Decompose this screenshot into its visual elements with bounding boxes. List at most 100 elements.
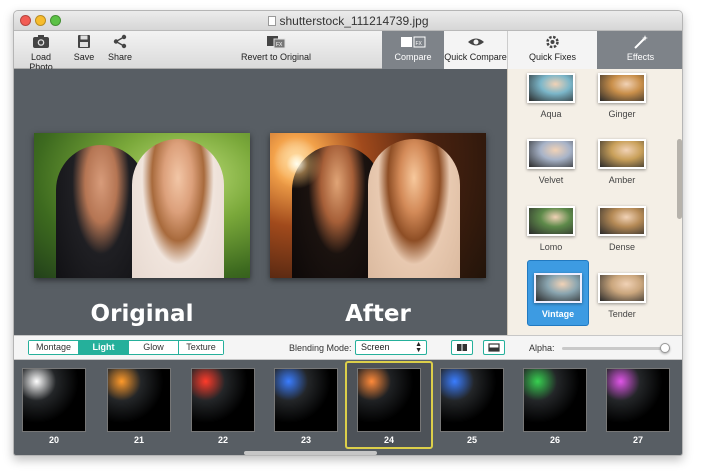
tab-glow[interactable]: Glow (129, 341, 179, 354)
light-effect-thumbnail (606, 368, 670, 432)
split-view-icon (457, 344, 467, 351)
effect-thumbnail (598, 273, 646, 303)
effect-label: Ginger (608, 109, 636, 119)
light-effect-thumbnail (274, 368, 338, 432)
share-icon (113, 34, 127, 49)
save-label: Save (73, 52, 95, 62)
light-effect-thumbnail (107, 368, 171, 432)
eye-icon (467, 38, 484, 46)
original-caption: Original (90, 301, 194, 327)
select-arrows-icon: ▲ ▼ (415, 341, 422, 354)
blending-mode-label: Blending Mode: (289, 343, 352, 353)
effect-amber[interactable]: Amber (591, 139, 653, 185)
compare-icon: FX (401, 36, 426, 48)
quick-fixes-label: Quick Fixes (528, 52, 576, 62)
light-effect-thumbnail (523, 368, 587, 432)
single-view-button[interactable] (483, 340, 505, 355)
light-effect-thumbnail (440, 368, 504, 432)
alpha-label: Alpha: (529, 343, 555, 353)
effect-velvet[interactable]: Velvet (520, 139, 582, 185)
revert-label: Revert to Original (240, 52, 312, 62)
effect-tender[interactable]: Tender (591, 273, 653, 319)
effect-thumbnail (534, 273, 582, 303)
window-title: shutterstock_111214739.jpg (14, 14, 682, 28)
title-bar: shutterstock_111214739.jpg (14, 11, 682, 31)
tab-light[interactable]: Light (79, 341, 129, 354)
effect-label: Amber (608, 175, 636, 185)
effects-label: Effects (626, 52, 655, 62)
light-effect-thumbnail (191, 368, 255, 432)
light-effect-item[interactable]: 23 (270, 368, 342, 448)
effect-aqua[interactable]: Aqua (520, 73, 582, 119)
effect-label: Aqua (540, 109, 562, 119)
alpha-slider-knob[interactable] (660, 343, 670, 353)
strip-scrollbar[interactable] (244, 451, 377, 455)
effect-vintage[interactable]: Vintage (527, 260, 589, 326)
effect-lomo[interactable]: Lomo (520, 206, 582, 252)
quick-fixes-tab[interactable]: Quick Fixes (507, 31, 597, 69)
share-label: Share (107, 52, 133, 62)
compare-tab[interactable]: FX Compare (382, 31, 444, 69)
effect-label: Tender (608, 309, 636, 319)
after-caption: After (345, 301, 411, 327)
original-photo-woman (132, 139, 224, 278)
light-effect-item[interactable]: 25 (436, 368, 508, 448)
quick-compare-label: Quick Compare (444, 52, 507, 62)
light-effect-item[interactable]: 20 (18, 368, 90, 448)
effect-thumbnail (527, 206, 575, 236)
effects-panel: Aqua Ginger Velvet Amber Lomo Dense Vint… (507, 69, 682, 335)
load-photo-button[interactable]: Load Photo (20, 33, 62, 72)
revert-icon: FX (267, 36, 286, 49)
compare-label: Compare (394, 52, 432, 62)
light-effect-thumbnail (357, 368, 421, 432)
effect-thumbnail (598, 73, 646, 103)
app-window: shutterstock_111214739.jpg Load Photo Sa… (13, 10, 683, 456)
light-effect-item[interactable]: 22 (187, 368, 259, 448)
floppy-disk-icon (78, 35, 90, 48)
light-effect-item[interactable]: 26 (519, 368, 591, 448)
light-effect-number: 24 (383, 435, 394, 445)
effects-tab[interactable]: Effects (597, 31, 682, 69)
light-effect-number: 23 (300, 435, 311, 445)
effect-label: Velvet (538, 175, 564, 185)
tab-montage[interactable]: Montage (29, 341, 79, 354)
light-effect-number: 26 (549, 435, 560, 445)
gear-icon (546, 35, 559, 49)
category-tabs: Montage Light Glow Texture (28, 340, 224, 355)
quick-compare-tab[interactable]: Quick Compare (444, 31, 507, 69)
effect-label: Dense (608, 242, 635, 252)
light-flare (272, 139, 322, 189)
light-effect-number: 22 (217, 435, 228, 445)
control-bar: Montage Light Glow Texture Blending Mode… (14, 335, 682, 360)
revert-to-original-button[interactable]: FX Revert to Original (226, 33, 326, 67)
effect-thumbnail (598, 206, 646, 236)
camera-icon (33, 35, 49, 48)
save-button[interactable]: Save (70, 33, 98, 67)
light-effect-item-selected[interactable]: 24 (345, 361, 433, 449)
share-button[interactable]: Share (106, 33, 134, 67)
effect-dense[interactable]: Dense (591, 206, 653, 252)
light-effect-number: 21 (133, 435, 144, 445)
effect-ginger[interactable]: Ginger (591, 73, 653, 119)
blending-mode-select[interactable]: Screen ▲ ▼ (355, 340, 427, 355)
effect-thumbnail (527, 73, 575, 103)
alpha-slider[interactable] (562, 343, 670, 353)
after-photo (270, 133, 486, 278)
window-title-text: shutterstock_111214739.jpg (279, 14, 429, 28)
after-photo-woman (368, 139, 460, 278)
single-view-icon (488, 343, 500, 352)
effect-thumbnail (598, 139, 646, 169)
toolbar: Load Photo Save Share FX Revert to Origi… (14, 31, 682, 72)
split-view-button[interactable] (451, 340, 473, 355)
effect-label: Vintage (541, 309, 575, 319)
light-effect-thumbnail (22, 368, 86, 432)
light-effect-number: 20 (48, 435, 59, 445)
tab-texture[interactable]: Texture (179, 341, 223, 354)
light-effects-strip: 20 21 22 23 24 25 26 27 (14, 360, 682, 455)
blending-mode-value: Screen (361, 342, 390, 352)
effects-scrollbar[interactable] (677, 139, 682, 219)
document-icon (267, 16, 276, 26)
original-photo (34, 133, 250, 278)
light-effect-item[interactable]: 21 (103, 368, 175, 448)
light-effect-item[interactable]: 27 (602, 368, 674, 448)
